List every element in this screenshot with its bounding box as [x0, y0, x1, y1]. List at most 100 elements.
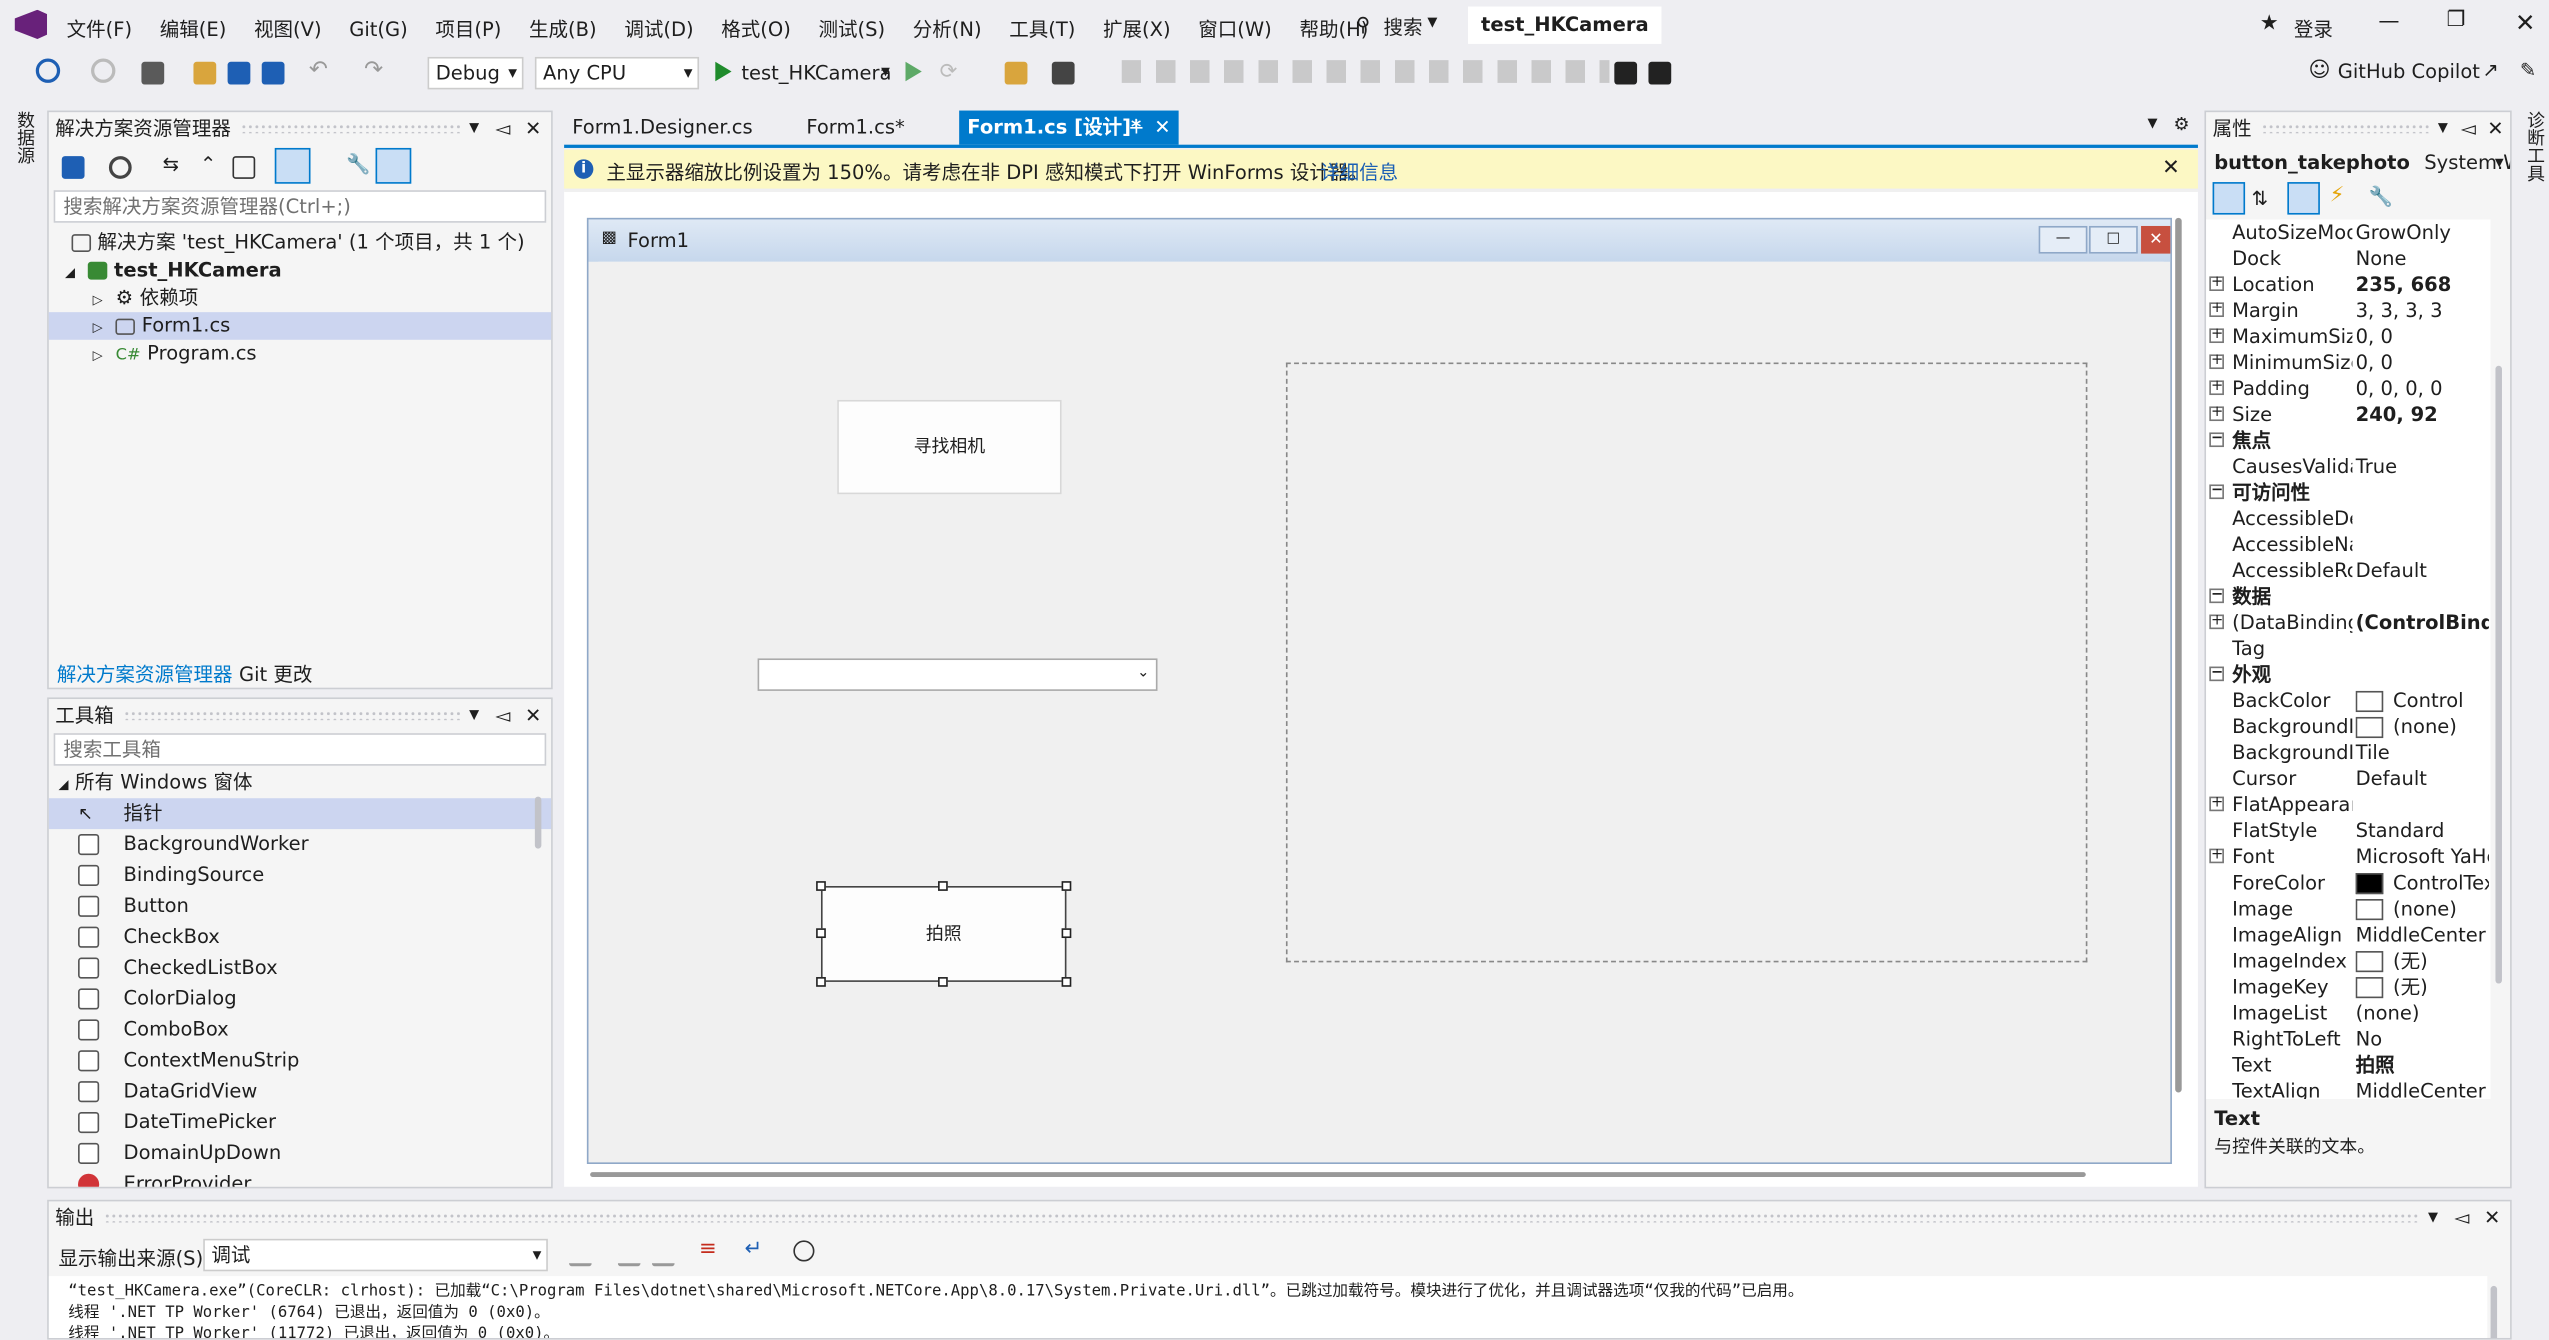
property-pages-icon[interactable]: 🔧 — [2369, 185, 2393, 208]
property-value[interactable]: Default — [2356, 766, 2489, 792]
tree-item-dependencies[interactable]: ▷ ⚙ 依赖项 — [49, 284, 551, 312]
clear-all-icon[interactable]: ≡ — [699, 1237, 717, 1261]
toolbox-item[interactable]: ContextMenuStrip — [49, 1045, 551, 1076]
prev-message-icon[interactable] — [617, 1244, 641, 1267]
toolbox-item[interactable]: CheckedListBox — [49, 953, 551, 984]
drag-grip[interactable] — [2261, 123, 2429, 134]
property-row[interactable]: Text 拍照 — [2206, 1052, 2490, 1078]
property-value[interactable]: GrowOnly — [2356, 219, 2489, 245]
resize-handle[interactable] — [1061, 881, 1072, 891]
expand-icon[interactable]: + — [2209, 354, 2224, 370]
property-value[interactable]: Microsoft YaHei — [2356, 844, 2489, 870]
resize-handle[interactable] — [1061, 977, 1072, 987]
search-icon[interactable]: ⚲ — [1356, 13, 1370, 36]
property-value[interactable]: 240, 92 — [2356, 402, 2489, 428]
toolbox-item[interactable]: BindingSource — [49, 860, 551, 891]
bring-front-icon[interactable] — [1614, 61, 1638, 85]
property-value[interactable]: Standard — [2356, 818, 2489, 844]
property-row[interactable]: + MaximumSize0, 0 — [2206, 324, 2490, 350]
toolbox-group-header[interactable]: ◢ 所有 Windows 窗体 — [49, 767, 551, 798]
toolbox-item[interactable]: Button — [49, 891, 551, 922]
close-icon[interactable]: ✕ — [2484, 1201, 2500, 1234]
property-value[interactable]: (ControlBindings) — [2356, 610, 2489, 636]
find-message-icon[interactable] — [568, 1244, 592, 1267]
configuration-dropdown[interactable]: Debug ▼ — [427, 56, 524, 90]
show-all-files-icon[interactable] — [232, 156, 256, 179]
form-close-button[interactable]: ✕ — [2141, 225, 2171, 254]
close-icon[interactable]: ✕ — [2487, 112, 2503, 145]
home-icon[interactable] — [61, 156, 85, 179]
property-row[interactable]: BackgroundImage (none) — [2206, 714, 2490, 740]
chevron-down-icon[interactable]: ▼ — [469, 112, 479, 145]
expand-icon[interactable]: + — [2209, 848, 2224, 864]
property-row[interactable]: BackColor Control — [2206, 688, 2490, 714]
output-scrollbar[interactable] — [2490, 1285, 2498, 1338]
sync-icon[interactable]: ⇆ — [163, 153, 179, 176]
collapse-icon[interactable]: − — [2209, 432, 2224, 448]
back-icon[interactable] — [35, 58, 61, 83]
toolbox-item[interactable]: ↖ 指针 — [48, 798, 552, 830]
events-icon[interactable]: ⚡ — [2330, 184, 2345, 208]
properties-wrench-icon[interactable]: 🔧 — [346, 153, 370, 176]
chevron-down-icon[interactable]: ▼ — [469, 699, 479, 732]
pin-icon[interactable]: ◅ — [495, 699, 510, 732]
menu-item[interactable]: 扩展(X) — [1103, 18, 1171, 41]
property-row[interactable]: TextAlign MiddleCenter — [2206, 1078, 2490, 1099]
login-button[interactable]: 登录 — [2294, 15, 2333, 43]
restore-button[interactable]: ❐ — [2447, 8, 2466, 32]
toolbox-item[interactable]: DomainUpDown — [49, 1138, 551, 1169]
minimize-button[interactable]: — — [2378, 10, 2399, 34]
pin-icon[interactable]: ◅ — [495, 112, 510, 145]
search-label[interactable]: 搜索 — [1383, 13, 1422, 41]
menu-item[interactable]: 测试(S) — [818, 18, 885, 41]
tab-overflow-icon[interactable]: ▼ — [2148, 115, 2158, 130]
resize-handle[interactable] — [816, 881, 826, 891]
align-tools-icon[interactable] — [1121, 60, 1610, 83]
new-project-icon[interactable] — [141, 61, 165, 85]
redo-icon[interactable]: ↷ — [364, 57, 383, 83]
form-maximize-button[interactable]: □ — [2089, 225, 2138, 254]
object-selector[interactable]: button_takephoto System.Wi ▼ — [2206, 145, 2510, 181]
property-category[interactable]: − 外观 — [2206, 662, 2490, 688]
pin-icon[interactable]: ◅ — [2461, 112, 2476, 145]
property-value[interactable]: MiddleCenter — [2356, 1078, 2489, 1099]
resize-handle[interactable] — [816, 928, 826, 939]
vs-logo-icon[interactable] — [14, 9, 48, 40]
folder-view-icon[interactable] — [1004, 61, 1028, 85]
toolbox-item[interactable]: DataGridView — [49, 1076, 551, 1107]
menu-item[interactable]: 视图(V) — [254, 18, 322, 41]
expand-icon[interactable]: ◢ — [65, 265, 75, 280]
property-value[interactable]: True — [2356, 454, 2489, 480]
property-row[interactable]: CausesValidationTrue — [2206, 454, 2490, 480]
property-value[interactable]: No — [2356, 1026, 2489, 1052]
data-sources-tab[interactable]: 数据源 — [11, 111, 37, 165]
form-minimize-button[interactable]: — — [2038, 225, 2088, 254]
start-debug-icon[interactable] — [715, 61, 732, 82]
output-source-dropdown[interactable]: 调试 ▼ — [203, 1238, 548, 1272]
property-value[interactable]: Tile — [2356, 740, 2489, 766]
alphabetical-icon[interactable]: ⇅ — [2252, 187, 2268, 210]
designer-horizontal-scrollbar[interactable] — [590, 1172, 2086, 1178]
menu-item[interactable]: 调试(D) — [624, 18, 693, 41]
menu-item[interactable]: 项目(P) — [435, 18, 501, 41]
collapse-icon[interactable]: − — [2209, 588, 2224, 604]
property-row[interactable]: ImageList (none) — [2206, 1000, 2490, 1026]
forward-icon[interactable] — [91, 58, 116, 83]
menu-item[interactable]: 编辑(E) — [160, 18, 227, 41]
find-camera-button[interactable]: 寻找相机 — [837, 399, 1062, 495]
property-row[interactable]: ImageAlign MiddleCenter — [2206, 922, 2490, 948]
resize-handle[interactable] — [1061, 928, 1072, 939]
pin-icon[interactable]: ∔ — [1128, 111, 1144, 145]
property-value[interactable]: 3, 3, 3, 3 — [2356, 298, 2489, 324]
property-value[interactable]: MiddleCenter — [2356, 922, 2489, 948]
property-row[interactable]: BackgroundImageLayoutTile — [2206, 740, 2490, 766]
run-target-button[interactable]: test_HKCamera — [741, 62, 891, 85]
property-value[interactable]: None — [2356, 245, 2489, 271]
tab-solution-explorer[interactable]: 解决方案资源管理器 — [57, 660, 233, 688]
menu-item[interactable]: 窗口(W) — [1198, 18, 1272, 41]
tree-item-project[interactable]: ◢ test_HKCamera — [49, 257, 551, 285]
expand-icon[interactable]: + — [2209, 406, 2224, 422]
save-all-icon[interactable] — [261, 61, 285, 85]
save-icon[interactable] — [227, 61, 251, 85]
property-row[interactable]: + Margin 3, 3, 3, 3 — [2206, 298, 2490, 324]
